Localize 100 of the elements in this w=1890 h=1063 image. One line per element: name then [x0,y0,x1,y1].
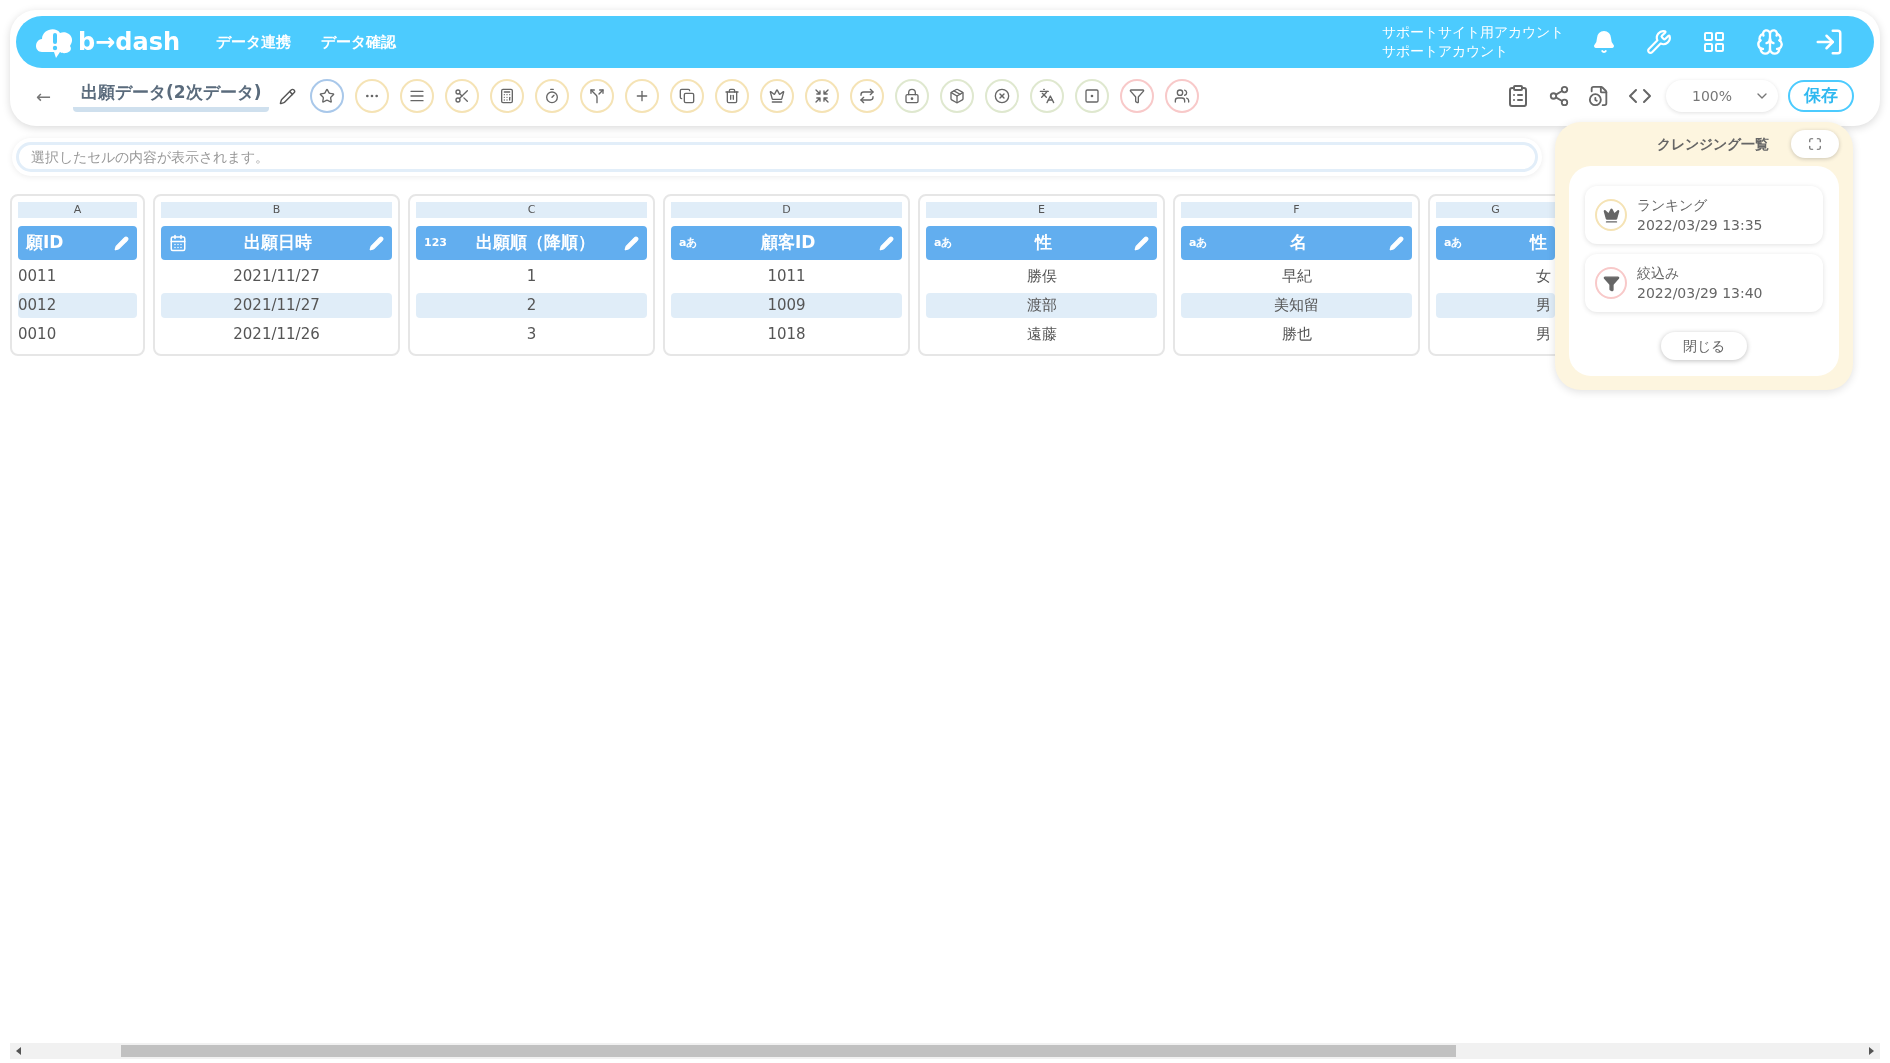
trash-icon [724,88,741,104]
lines-icon [409,88,426,104]
column-letter[interactable]: G [1436,202,1555,218]
type-label: 123 [424,234,447,251]
table-cell[interactable]: 男 [1436,322,1555,347]
table-cell[interactable]: 3 [416,322,647,347]
column-letter[interactable]: C [416,202,647,218]
sheet-title-tab[interactable]: 出願データ(2次データ) [73,80,270,112]
column-letter[interactable]: B [161,202,392,218]
x-circle-icon [994,88,1011,104]
table-cell[interactable]: 0010 [18,322,137,347]
table-cell[interactable]: 0011 [18,264,137,289]
item-time: 2022/03/29 13:35 [1637,216,1763,235]
lock-icon [904,88,921,104]
horizontal-scrollbar[interactable] [10,1043,1880,1059]
close-button[interactable]: 閉じる [1661,332,1747,360]
zoom-select[interactable]: 100% [1666,80,1778,112]
clipboard-icon[interactable] [1506,84,1530,108]
table-cell[interactable]: 男 [1436,293,1555,318]
account-name: サポートサイト用アカウント [1382,23,1564,42]
star-icon [319,88,336,104]
table-cell[interactable]: 美知留 [1181,293,1412,318]
item-name: 絞込み [1637,264,1680,283]
repeat-icon [859,88,876,104]
column-letter[interactable]: A [18,202,137,218]
tool-button[interactable] [1165,79,1200,113]
cleansing-item[interactable]: 絞込み 2022/03/29 13:40 [1585,254,1823,312]
cell-content-field[interactable]: 選択したセルの内容が表示されます。 [16,142,1538,172]
logo-text: b→dash [78,27,181,58]
edit-icon[interactable] [279,87,297,105]
expand-button[interactable] [1791,130,1839,158]
table-cell[interactable]: 渡部 [926,293,1157,318]
table-cell[interactable]: 1009 [671,293,902,318]
type-label: aあ [1189,234,1208,251]
type-label: aあ [679,234,698,251]
column-title: 性 [1528,231,1547,255]
type-label: aあ [934,234,953,251]
tool-button[interactable] [400,79,435,113]
copy-icon [679,88,696,104]
people-icon [1174,88,1191,104]
scrollbar-thumb[interactable] [121,1045,1456,1057]
column-title: 性 [1033,231,1053,255]
table-cell[interactable]: 1011 [671,264,902,289]
table-cell[interactable]: 2 [416,293,647,318]
table-cell[interactable]: 2021/11/27 [161,264,392,289]
column-title: 顧客ID [760,231,817,255]
tool-button[interactable] [850,79,885,113]
column-letter[interactable]: F [1181,202,1412,218]
tool-button[interactable] [1120,79,1155,113]
tool-button[interactable] [490,79,525,113]
tool-button[interactable] [670,79,705,113]
tool-button[interactable] [310,79,345,113]
tool-button[interactable] [715,79,750,113]
timer-icon [544,88,561,104]
scroll-left-icon[interactable] [16,1047,21,1055]
table-cell[interactable]: 勝也 [1181,322,1412,347]
table-cell[interactable]: 1018 [671,322,902,347]
tool-button[interactable] [445,79,480,113]
table-cell[interactable]: 遠藤 [926,322,1157,347]
tool-button[interactable] [625,79,660,113]
back-button[interactable]: ← [36,82,52,110]
tool-button[interactable] [940,79,975,113]
column-letter[interactable]: D [671,202,902,218]
box-icon [949,88,966,104]
tool-button[interactable] [760,79,795,113]
type-label: aあ [1444,234,1463,251]
tool-button[interactable] [580,79,615,113]
column-title: 名 [1288,231,1308,255]
share-icon[interactable] [1548,85,1570,107]
crown-icon [1602,206,1620,224]
table-cell[interactable]: 勝俣 [926,264,1157,289]
table-cell[interactable]: 0012 [18,293,137,318]
table-cell[interactable]: 早紀 [1181,264,1412,289]
tool-button[interactable] [805,79,840,113]
tool-button[interactable] [1075,79,1110,113]
column-title: 出願順（降順） [475,231,596,255]
table-cell[interactable]: 2021/11/26 [161,322,392,347]
tool-button[interactable] [1030,79,1065,113]
tool-button[interactable] [895,79,930,113]
crown-icon [769,88,786,104]
table-cell[interactable]: 1 [416,264,647,289]
panel-title: クレンジング一覧 [1657,134,1769,154]
scroll-right-icon[interactable] [1869,1047,1874,1055]
tool-button[interactable] [535,79,570,113]
table-cell[interactable]: 2021/11/27 [161,293,392,318]
account-name: サポートアカウント [1382,42,1509,61]
shrink-icon [814,88,831,104]
expand-icon [1808,137,1822,151]
square-icon [1084,88,1101,104]
split-icon [589,88,606,104]
filter-icon [1602,274,1620,292]
table-cell[interactable]: 女 [1436,264,1555,289]
item-time: 2022/03/29 13:40 [1637,284,1763,303]
column-letter[interactable]: E [926,202,1157,218]
calculator-icon [499,88,516,104]
scissors-icon [454,88,471,104]
cleansing-item[interactable]: ランキング 2022/03/29 13:35 [1585,186,1823,244]
file-history-icon[interactable] [1588,85,1610,107]
tool-button[interactable] [985,79,1020,113]
item-name: ランキング [1637,196,1708,215]
